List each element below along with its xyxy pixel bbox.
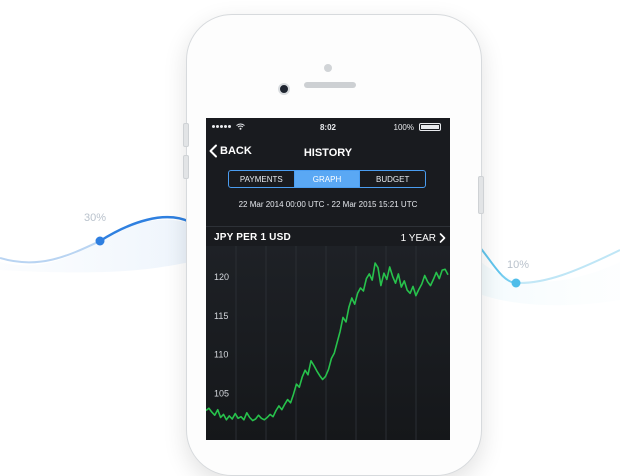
right-curve-glow [470,250,620,306]
price-chart: 120 115 110 105 [206,246,449,440]
volume-down-button [183,155,189,179]
right-percent-label: 10% [507,259,530,271]
chart-area: 120 115 110 105 [206,246,450,440]
period-selector[interactable]: 1 YEAR [401,230,446,246]
left-curve-glow [0,219,190,273]
earpiece-speaker [304,82,356,88]
navigation-bar: BACK HISTORY [206,136,450,166]
y-tick-label: 120 [214,272,229,282]
y-tick-label: 110 [214,350,228,360]
front-camera-icon [278,83,290,95]
y-tick-label: 115 [214,311,228,321]
tab-payments[interactable]: PAYMENTS [229,171,294,187]
back-button[interactable]: BACK [208,142,252,160]
battery-icon [419,123,441,131]
y-tick-label: 105 [214,388,229,398]
right-curve-dot [511,278,521,288]
date-range: 22 Mar 2014 00:00 UTC - 22 Mar 2015 15:2… [238,200,418,209]
tab-budget[interactable]: BUDGET [359,171,425,187]
chevron-right-icon [439,233,446,243]
battery-percent: 100% [393,123,414,132]
chevron-left-icon [209,144,217,158]
left-percent-label: 30% [84,212,107,224]
period-label: 1 YEAR [400,232,436,244]
power-button [478,176,484,214]
tab-graph[interactable]: GRAPH [293,171,360,187]
volume-up-button [183,123,189,147]
back-label: BACK [220,145,252,157]
currency-pair-label: JPY PER 1 USD [214,232,291,243]
proximity-sensor [324,64,332,72]
header-divider [206,226,450,227]
app-screen: 8:02 100% BACK HISTORY PAYMENTS GRAPH BU… [206,118,450,440]
tab-bar: PAYMENTS GRAPH BUDGET [228,170,426,188]
status-bar: 8:02 100% [206,118,450,136]
series-line [206,262,449,422]
left-curve-dot [95,236,105,246]
